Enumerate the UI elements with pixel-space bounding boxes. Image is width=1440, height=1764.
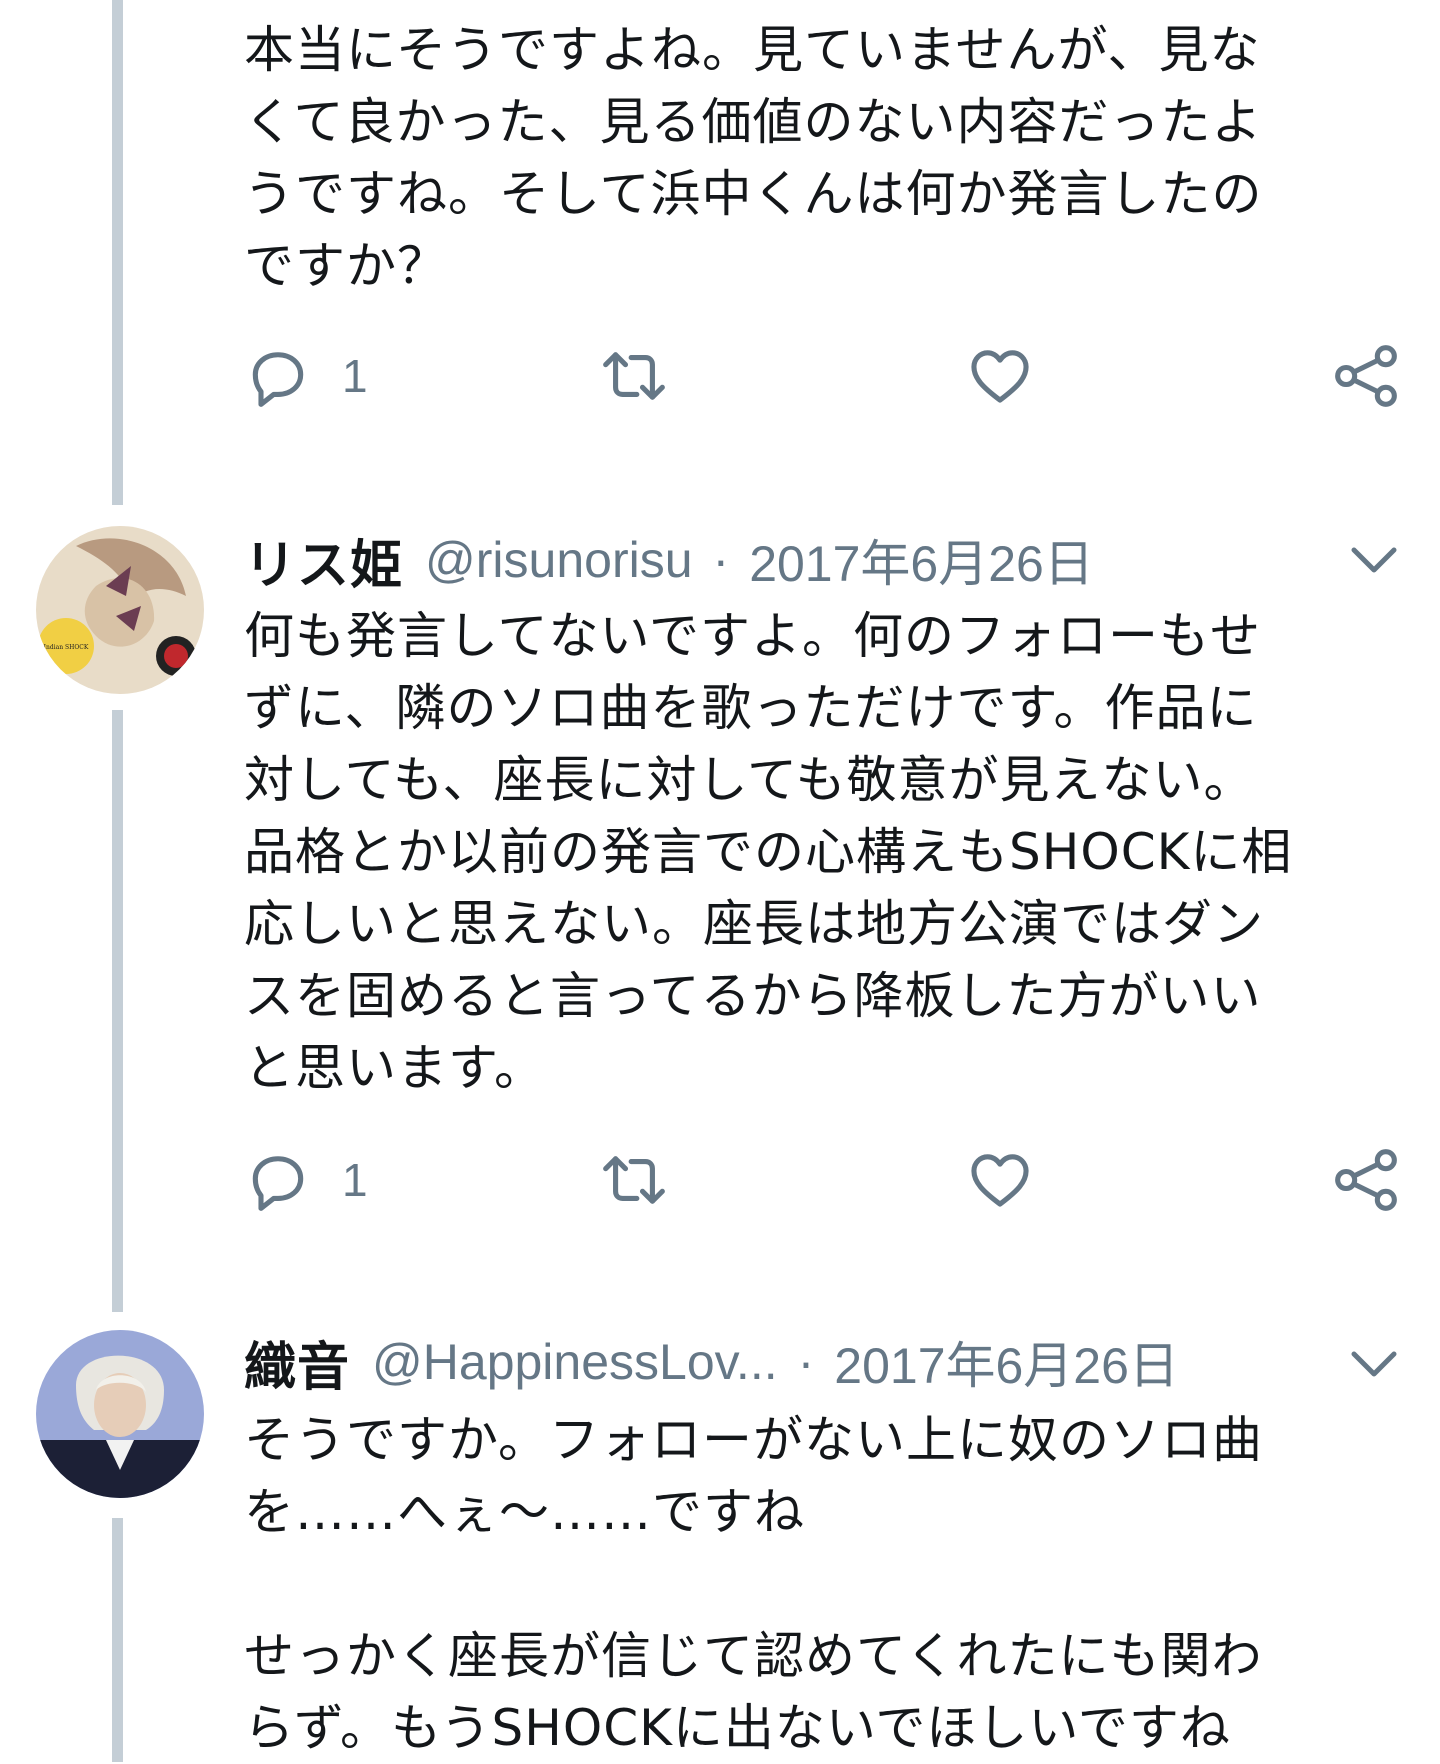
reply-count: 1 (342, 1154, 368, 1206)
separator-dot: · (797, 1334, 815, 1390)
user-handle[interactable]: @HappinessLov... (372, 1333, 778, 1391)
tweet-header: 織音 @HappinessLov... · 2017年6月26日 (244, 1322, 1394, 1402)
like-icon (971, 1154, 1029, 1207)
chevron-down-icon[interactable] (1344, 1334, 1404, 1394)
retweet-icon (603, 1156, 665, 1204)
tweet-header: リス姫 @risunorisu · 2017年6月26日 (244, 520, 1394, 600)
thread-line (112, 710, 123, 1312)
thread-line (112, 0, 123, 505)
reply-count: 1 (342, 350, 368, 402)
reply-icon (252, 1156, 304, 1211)
like-icon (971, 350, 1029, 403)
share-button[interactable] (1332, 1140, 1400, 1220)
avatar[interactable]: Indian SHOCK (36, 526, 204, 694)
share-icon (1335, 1149, 1397, 1211)
share-button[interactable] (1332, 336, 1400, 416)
retweet-button[interactable] (600, 1140, 668, 1220)
share-icon (1335, 345, 1397, 407)
display-name[interactable]: リス姫 (244, 523, 403, 598)
tweet-text: 本当にそうですよね。見ていませんが、見な くて良かった、見る価値のない内容だった… (244, 21, 1263, 295)
user-handle[interactable]: @risunorisu (425, 531, 693, 589)
tweet-text: そうですか。フォローがない上に奴のソロ曲 を……へぇ～……ですね せっかく座長が… (244, 1411, 1263, 1757)
retweet-button[interactable] (600, 336, 668, 416)
tweet-text: 何も発言してないですよ。何のフォローもせ ずに、隣のソロ曲を歌っただけです。作品… (244, 607, 1293, 1097)
display-name[interactable]: 織音 (244, 1325, 350, 1400)
thread-line (112, 1518, 123, 1762)
separator-dot: · (712, 532, 730, 588)
reply-button[interactable]: 1 (244, 1140, 368, 1220)
reply-button[interactable]: 1 (244, 336, 368, 416)
tweet-date[interactable]: 2017年6月26日 (834, 1326, 1179, 1398)
avatar[interactable] (36, 1330, 204, 1498)
retweet-icon (603, 352, 665, 400)
avatar-caption: Indian SHOCK (44, 644, 89, 651)
reply-icon (252, 352, 304, 407)
tweet-actions: 1 (244, 1140, 1404, 1220)
like-button[interactable] (966, 336, 1034, 416)
tweet-date[interactable]: 2017年6月26日 (749, 524, 1094, 596)
chevron-down-icon[interactable] (1344, 530, 1404, 590)
like-button[interactable] (966, 1140, 1034, 1220)
tweet-actions: 1 (244, 336, 1404, 416)
